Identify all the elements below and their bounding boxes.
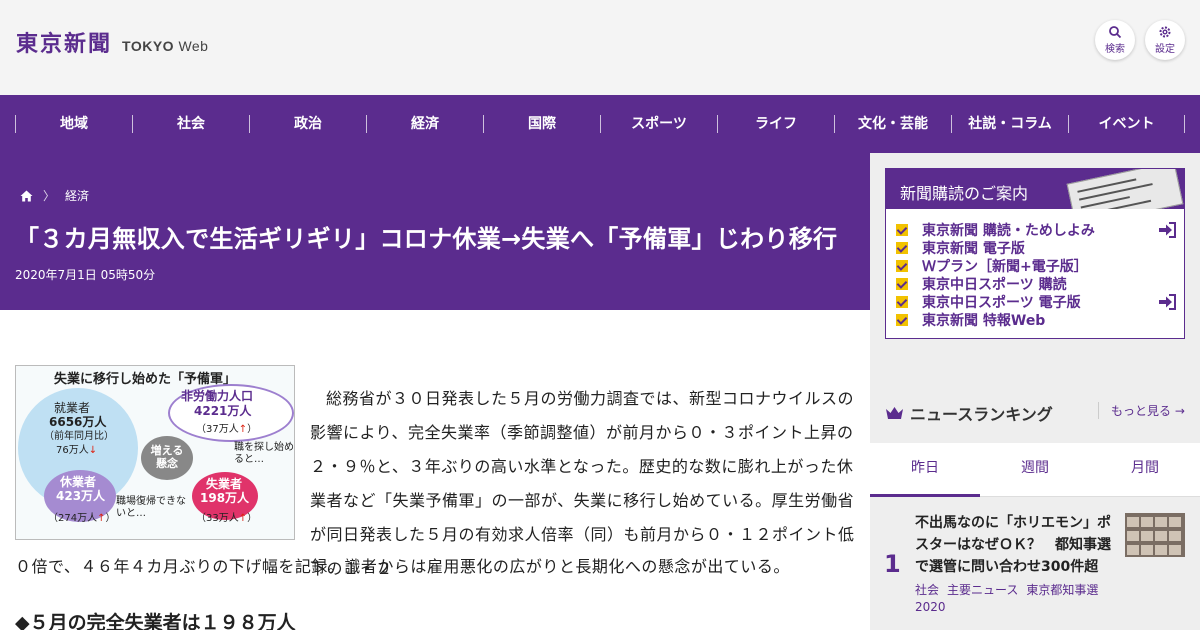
search-button[interactable]: 検索 bbox=[1095, 20, 1135, 60]
gear-icon bbox=[1159, 26, 1171, 38]
logo-jp: 東京新聞 bbox=[16, 31, 113, 57]
breadcrumb: 〉 経済 bbox=[20, 187, 89, 204]
article-date: 2020年7月1日 05時50分 bbox=[15, 268, 156, 282]
rank-headline[interactable]: 不出馬なのに「ホリエモン」ポスターはなぜＯＫ？ 都知事選で選管に問い合わせ300… bbox=[915, 512, 1115, 578]
ranking-more-link[interactable]: もっと見る → bbox=[1098, 402, 1185, 419]
crown-icon bbox=[886, 407, 903, 419]
furlough-yoy: （274万人↑） bbox=[48, 513, 116, 524]
ranking-title: ニュースランキング bbox=[910, 405, 1053, 424]
logo-en: TOKYO Web bbox=[122, 38, 209, 54]
ranking-item[interactable]: 1 不出馬なのに「ホリエモン」ポスターはなぜＯＫ？ 都知事選で選管に問い合わせ3… bbox=[870, 498, 1200, 630]
nonlabor-label: 非労働力人口 bbox=[181, 389, 254, 403]
tab-weekly[interactable]: 週間 bbox=[980, 443, 1090, 497]
settings-button[interactable]: 設定 bbox=[1145, 20, 1185, 60]
newspaper-image bbox=[1066, 169, 1184, 209]
main-nav: 地域 社会 政治 経済 国際 スポーツ ライフ 文化・芸能 社説・コラム イベン… bbox=[0, 95, 1200, 153]
login-icon[interactable] bbox=[1158, 222, 1176, 238]
nav-item-kokusai[interactable]: 国際 bbox=[483, 115, 600, 133]
nav-item-life[interactable]: ライフ bbox=[717, 115, 834, 133]
nav-item-event[interactable]: イベント bbox=[1068, 115, 1185, 133]
rank-thumbnail[interactable] bbox=[1125, 513, 1185, 557]
subscription-item[interactable]: 東京中日スポーツ 電子版 bbox=[896, 293, 1184, 311]
subscription-item[interactable]: Ｗプラン［新聞+電子版］ bbox=[896, 257, 1184, 275]
login-icon[interactable] bbox=[1158, 294, 1176, 310]
nav-item-culture[interactable]: 文化・芸能 bbox=[834, 115, 951, 133]
article-body: 失業に移行し始めた「予備軍」 就業者 6656万人 （前年同月比） 76万人↓ … bbox=[0, 310, 870, 630]
rank-tags: 社会 主要ニュース 東京都知事選2020 bbox=[915, 582, 1115, 616]
subscription-box: 新聞購読のご案内 東京新聞 購読・ためしよみ 東京新聞 電子版 Ｗプラン［新聞+… bbox=[885, 168, 1185, 339]
subscription-title: 新聞購読のご案内 bbox=[900, 184, 1029, 203]
subscription-list: 東京新聞 購読・ためしよみ 東京新聞 電子版 Ｗプラン［新聞+電子版］ 東京中日… bbox=[886, 209, 1184, 329]
tab-yesterday[interactable]: 昨日 bbox=[870, 443, 980, 497]
nav-item-seiji[interactable]: 政治 bbox=[249, 115, 366, 133]
subscription-header: 新聞購読のご案内 bbox=[886, 169, 1184, 209]
rank-number: 1 bbox=[884, 550, 901, 578]
rank-tag[interactable]: 主要ニュース bbox=[947, 583, 1018, 597]
page-title: 「３カ月無収入で生活ギリギリ」コロナ休業→失業へ「予備軍」じわり移行 bbox=[15, 225, 838, 253]
nav-item-sports[interactable]: スポーツ bbox=[600, 115, 717, 133]
subscription-item[interactable]: 東京新聞 電子版 bbox=[896, 239, 1184, 257]
nonlabor-value: 4221万人 bbox=[194, 404, 252, 418]
check-icon bbox=[896, 224, 908, 236]
ranking-header: ニュースランキング bbox=[885, 401, 1053, 425]
employed-value: 6656万人 bbox=[49, 415, 107, 429]
unemployed-value: 198万人 bbox=[200, 491, 250, 505]
article-header: 〉 経済 「３カ月無収入で生活ギリギリ」コロナ休業→失業へ「予備軍」じわり移行 … bbox=[0, 153, 870, 310]
search-label: 検索 bbox=[1105, 44, 1125, 55]
return-note: 職場復帰できないと… bbox=[116, 496, 186, 519]
subscription-item[interactable]: 東京新聞 特報Web bbox=[896, 311, 1184, 329]
site-logo[interactable]: 東京新聞 TOKYO Web bbox=[16, 26, 208, 58]
nav-item-keizai[interactable]: 経済 bbox=[366, 115, 483, 133]
unemployed-yoy: （33万人↑） bbox=[196, 513, 258, 524]
employed-label: 就業者 bbox=[54, 401, 91, 415]
rank-tag[interactable]: 社会 bbox=[915, 583, 939, 597]
ranking-tabs: 昨日 週間 月間 bbox=[870, 443, 1200, 497]
settings-label: 設定 bbox=[1155, 44, 1175, 55]
site-header: 東京新聞 TOKYO Web 検索 設定 bbox=[0, 0, 1200, 95]
nav-item-chiiki[interactable]: 地域 bbox=[15, 115, 132, 133]
check-icon bbox=[896, 296, 908, 308]
nav-item-shakai[interactable]: 社会 bbox=[132, 115, 249, 133]
tab-monthly[interactable]: 月間 bbox=[1090, 443, 1200, 497]
breadcrumb-separator: 〉 bbox=[43, 189, 56, 203]
employed-yoy: 76万人↓ bbox=[56, 445, 98, 456]
nonlabor-yoy: （37万人↑） bbox=[196, 424, 258, 435]
subscription-item[interactable]: 東京新聞 購読・ためしよみ bbox=[896, 221, 1184, 239]
article-subhead: ◆５月の完全失業者は１９８万人 bbox=[15, 612, 296, 630]
article-figure[interactable]: 失業に移行し始めた「予備軍」 就業者 6656万人 （前年同月比） 76万人↓ … bbox=[15, 365, 295, 540]
check-icon bbox=[896, 278, 908, 290]
sidebar: 新聞購読のご案内 東京新聞 購読・ためしよみ 東京新聞 電子版 Ｗプラン［新聞+… bbox=[870, 153, 1200, 630]
article-paragraph-1-tail: ０倍で、４６年４カ月ぶりの下げ幅を記録。識者からは雇用悪化の広がりと長期化への懸… bbox=[15, 557, 790, 576]
arrow-right-icon: → bbox=[1174, 404, 1185, 418]
figure-title: 失業に移行し始めた「予備軍」 bbox=[54, 372, 237, 387]
nav-item-column[interactable]: 社説・コラム bbox=[951, 115, 1068, 133]
check-icon bbox=[896, 260, 908, 272]
search-icon bbox=[1109, 26, 1122, 39]
check-icon bbox=[896, 314, 908, 326]
check-icon bbox=[896, 242, 908, 254]
employed-yoy-label: （前年同月比） bbox=[44, 431, 114, 442]
concern-label: 増える懸念 bbox=[150, 444, 184, 470]
search-note: 職を探し始めると… bbox=[234, 442, 294, 465]
breadcrumb-section[interactable]: 経済 bbox=[65, 187, 89, 204]
home-icon[interactable] bbox=[20, 190, 33, 202]
furlough-value: 423万人 bbox=[56, 489, 106, 503]
unemployed-label: 失業者 bbox=[206, 477, 243, 491]
subscription-item[interactable]: 東京中日スポーツ 購読 bbox=[896, 275, 1184, 293]
furlough-label: 休業者 bbox=[60, 475, 97, 489]
